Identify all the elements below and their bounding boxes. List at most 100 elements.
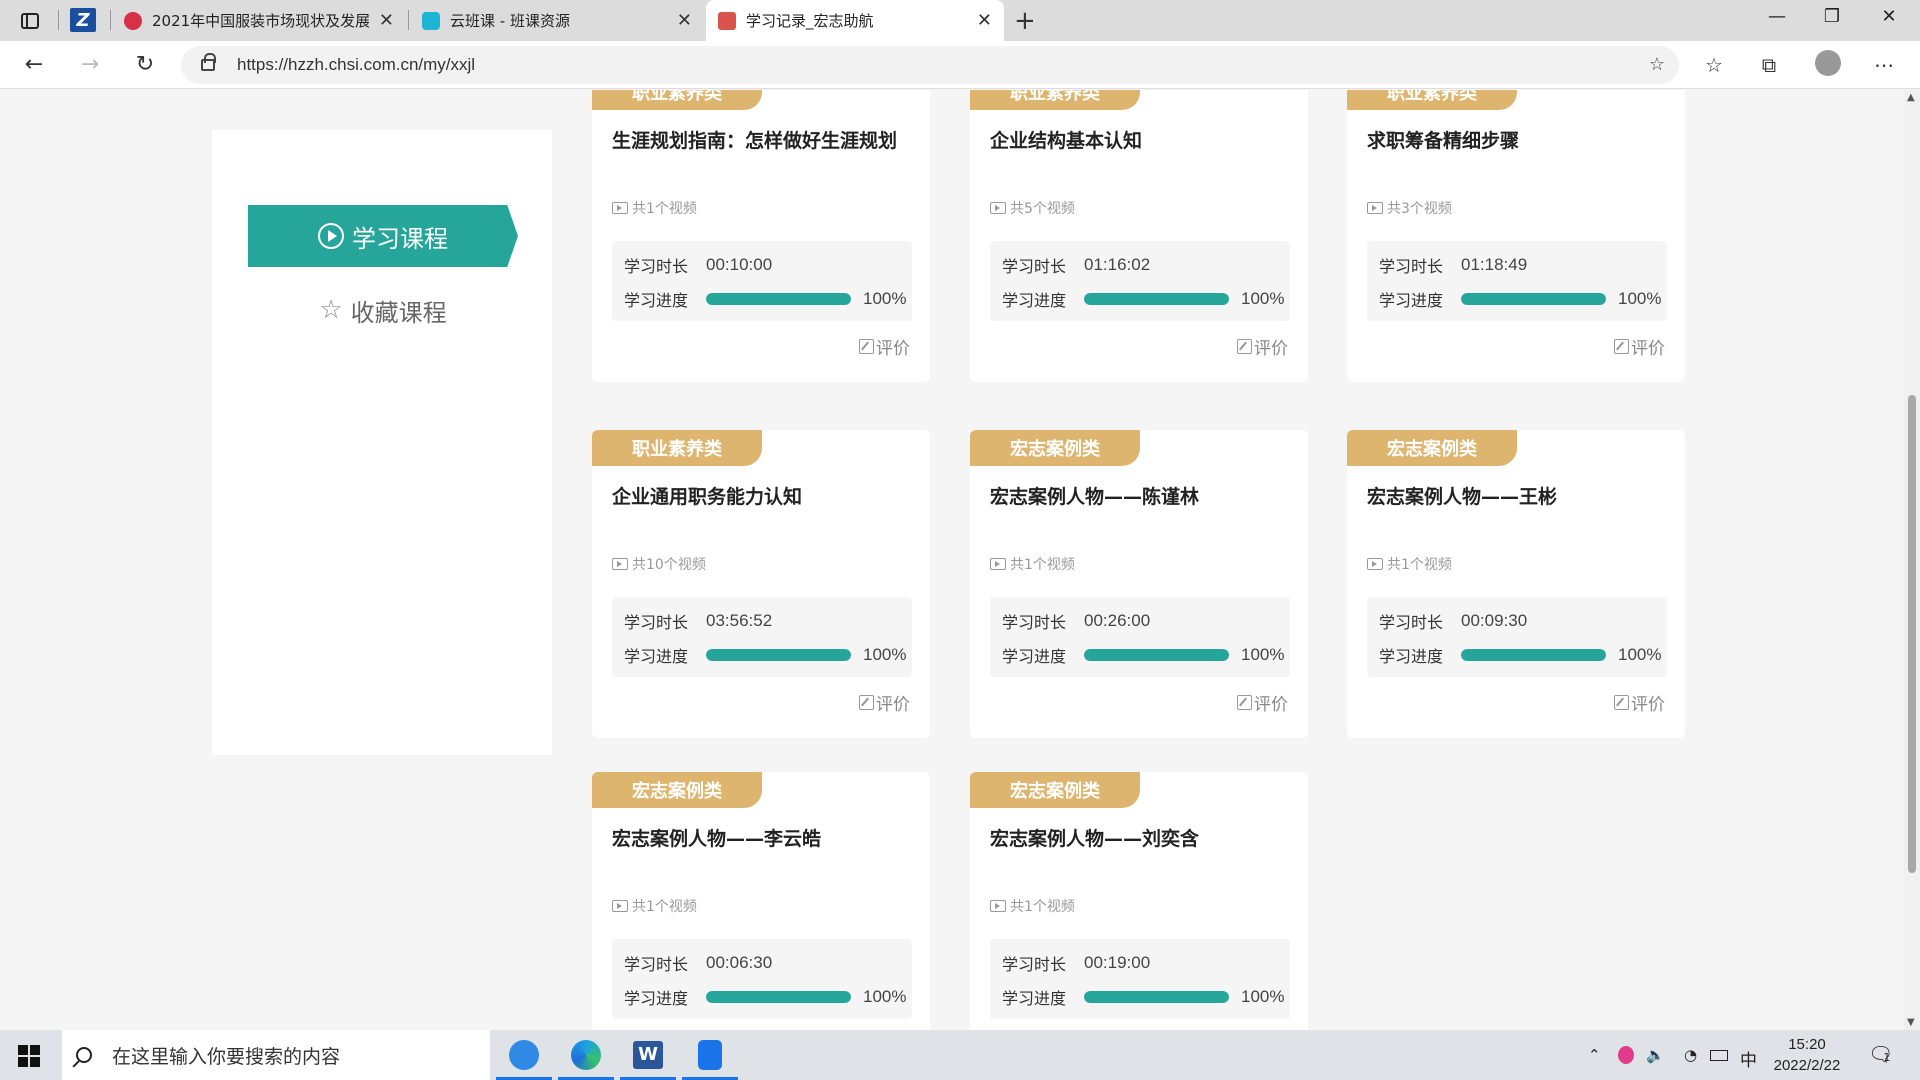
- course-card[interactable]: 职业素养类 企业通用职务能力认知 共10个视频 学习时长 03:56:52 学习进度 100…: [592, 430, 930, 738]
- duration-row: 学习时长 01:16:02: [1002, 253, 1150, 277]
- tab-study-record[interactable]: 学习记录_宏志助航 ✕: [706, 0, 1004, 41]
- favicon-icon: [718, 11, 736, 30]
- taskbar-app-edge[interactable]: [556, 1030, 616, 1080]
- course-title[interactable]: 宏志案例人物——陈谨林: [990, 482, 1199, 509]
- url-field[interactable]: https://hzzh.chsi.com.cn/my/xxjl ☆: [181, 46, 1679, 84]
- volume-icon[interactable]: 🔈: [1646, 1046, 1665, 1064]
- video-icon: [990, 558, 1006, 570]
- clock-time: 15:20: [1788, 1036, 1826, 1053]
- taskbar-search[interactable]: 在这里输入你要搜索的内容: [62, 1030, 490, 1080]
- progress-bar: [1084, 991, 1229, 1003]
- course-title[interactable]: 生涯规划指南：怎样做好生涯规划: [612, 126, 897, 153]
- video-count: 共3个视频: [1367, 198, 1452, 218]
- lock-icon[interactable]: [201, 53, 216, 71]
- forward-button[interactable]: →: [76, 51, 104, 79]
- menu-favorite-courses[interactable]: ☆ 收藏课程: [248, 285, 518, 335]
- progress-bar: [1084, 649, 1229, 661]
- scrollbar[interactable]: ▲ ▼: [1904, 90, 1920, 1030]
- rate-button[interactable]: 评价: [1237, 334, 1288, 359]
- rate-button[interactable]: 评价: [1614, 690, 1665, 715]
- course-card[interactable]: 职业素养类 求职筹备精细步骤 共3个视频 学习时长 01:18:49 学习进度 100% 评价: [1347, 90, 1685, 382]
- battery-icon[interactable]: [1710, 1050, 1728, 1061]
- tab-actions-button[interactable]: [10, 6, 50, 36]
- qq-icon[interactable]: [1618, 1046, 1634, 1064]
- restore-button[interactable]: ❐: [1817, 6, 1847, 27]
- favorites-icon[interactable]: ☆: [1700, 51, 1728, 79]
- progress-bar: [706, 991, 851, 1003]
- collections-icon[interactable]: ⧉: [1755, 51, 1783, 79]
- taskbar-app-feishu[interactable]: [494, 1030, 554, 1080]
- progress-label: 学习进度: [1002, 291, 1067, 310]
- duration-value: 00:26:00: [1084, 611, 1151, 630]
- rate-button[interactable]: 评价: [1237, 690, 1288, 715]
- profile-avatar[interactable]: [1815, 50, 1841, 76]
- close-tab-icon[interactable]: ✕: [677, 10, 692, 31]
- progress-percent: 100%: [1241, 289, 1285, 308]
- more-icon[interactable]: ⋯: [1870, 51, 1898, 79]
- progress-fill: [706, 649, 851, 661]
- windows-start-button[interactable]: [18, 1045, 40, 1067]
- scroll-down-icon[interactable]: ▼: [1907, 1017, 1915, 1028]
- course-card[interactable]: 职业素养类 企业结构基本认知 共5个视频 学习时长 01:16:02 学习进度 100% 评价: [970, 90, 1308, 382]
- study-stats: 学习时长 03:56:52 学习进度 100%: [612, 597, 912, 677]
- duration-label: 学习时长: [1002, 257, 1067, 276]
- course-title[interactable]: 企业通用职务能力认知: [612, 482, 802, 509]
- rate-button[interactable]: 评价: [859, 690, 910, 715]
- url-text[interactable]: https://hzzh.chsi.com.cn/my/xxjl: [237, 55, 475, 75]
- new-tab-button[interactable]: +: [1014, 6, 1036, 36]
- progress-percent: 100%: [863, 289, 907, 308]
- rate-button[interactable]: 评价: [1614, 334, 1665, 359]
- video-count-text: 共1个视频: [632, 899, 697, 915]
- close-tab-icon[interactable]: ✕: [379, 10, 394, 31]
- pinned-tab[interactable]: Z: [70, 8, 96, 32]
- add-favorite-icon[interactable]: ☆: [1649, 54, 1665, 75]
- course-title[interactable]: 求职筹备精细步骤: [1367, 126, 1519, 153]
- course-card[interactable]: 宏志案例类 宏志案例人物——王彬 共1个视频 学习时长 00:09:30 学习进度 100%…: [1347, 430, 1685, 738]
- refresh-button[interactable]: ↻: [131, 51, 159, 79]
- course-card[interactable]: 宏志案例类 宏志案例人物——李云皓 共1个视频 学习时长 00:06:30 学习进度 100…: [592, 772, 930, 1030]
- menu-study-courses[interactable]: 学习课程: [248, 205, 518, 267]
- progress-fill: [1084, 649, 1229, 661]
- course-card[interactable]: 宏志案例类 宏志案例人物——陈谨林 共1个视频 学习时长 00:26:00 学习进度 100…: [970, 430, 1308, 738]
- edit-icon: [1614, 695, 1629, 710]
- video-count: 共1个视频: [612, 896, 697, 916]
- progress-label: 学习进度: [624, 291, 689, 310]
- back-button[interactable]: ←: [20, 51, 48, 79]
- clock[interactable]: 15:20 2022/2/22: [1762, 1034, 1852, 1076]
- course-title[interactable]: 企业结构基本认知: [990, 126, 1142, 153]
- duration-row: 学习时长 00:26:00: [1002, 609, 1150, 633]
- course-title[interactable]: 宏志案例人物——李云皓: [612, 824, 821, 851]
- taskbar-app-word[interactable]: W: [618, 1030, 678, 1080]
- edit-icon: [1237, 339, 1252, 354]
- scrollbar-thumb[interactable]: [1908, 395, 1916, 873]
- minimize-button[interactable]: —: [1762, 6, 1792, 27]
- course-card[interactable]: 宏志案例类 宏志案例人物——刘奕含 共1个视频 学习时长 00:19:00 学习进度 100…: [970, 772, 1308, 1030]
- rate-button[interactable]: 评价: [859, 334, 910, 359]
- video-count: 共1个视频: [1367, 554, 1452, 574]
- tabs-icon: [21, 13, 39, 29]
- study-stats: 学习时长 00:19:00 学习进度 100%: [990, 939, 1290, 1019]
- sidebar: 学习课程 ☆ 收藏课程: [212, 130, 552, 755]
- wifi-icon[interactable]: ◔: [1684, 1046, 1697, 1064]
- rate-label: 评价: [1631, 695, 1665, 715]
- duration-value: 00:10:00: [706, 255, 773, 274]
- progress-row: 学习进度 100%: [1002, 287, 1284, 311]
- tab-yunbanke[interactable]: 云班课 - 班课资源 ✕: [410, 0, 704, 41]
- edge-icon: [571, 1040, 601, 1070]
- scroll-up-icon[interactable]: ▲: [1907, 92, 1915, 103]
- ime-indicator[interactable]: 中: [1740, 1046, 1757, 1071]
- close-tab-icon[interactable]: ✕: [977, 10, 992, 31]
- close-window-button[interactable]: ✕: [1874, 6, 1904, 27]
- progress-row: 学习进度 100%: [624, 287, 906, 311]
- notification-icon[interactable]: 🗨1: [1868, 1042, 1900, 1066]
- play-icon: [318, 223, 344, 249]
- course-card[interactable]: 职业素养类 生涯规划指南：怎样做好生涯规划 共1个视频 学习时长 00:10:00 学习进…: [592, 90, 930, 382]
- video-icon: [612, 558, 628, 570]
- study-stats: 学习时长 01:18:49 学习进度 100%: [1367, 241, 1667, 321]
- duration-row: 学习时长 00:10:00: [624, 253, 772, 277]
- tray-expand-icon[interactable]: ⌃: [1588, 1046, 1601, 1064]
- taskbar-app-phone[interactable]: [680, 1030, 740, 1080]
- course-title[interactable]: 宏志案例人物——刘奕含: [990, 824, 1199, 851]
- course-title[interactable]: 宏志案例人物——王彬: [1367, 482, 1557, 509]
- tab-clothing-market[interactable]: 2021年中国服装市场现状及发展 ✕: [112, 0, 406, 41]
